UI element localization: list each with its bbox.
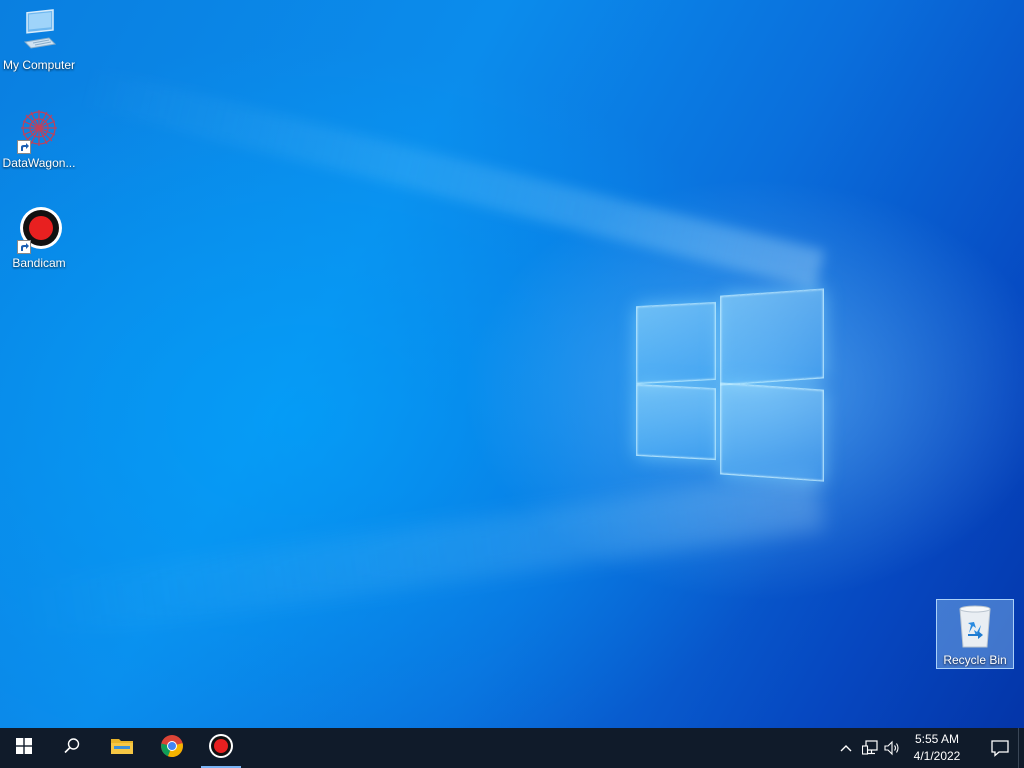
chrome-icon	[160, 734, 184, 763]
logo-pane	[636, 301, 716, 385]
network-icon[interactable]	[862, 740, 878, 756]
search-button[interactable]	[48, 728, 96, 768]
search-icon	[63, 737, 81, 760]
taskbar: 5:55 AM 4/1/2022	[0, 728, 1024, 768]
volume-icon[interactable]	[884, 740, 900, 756]
taskbar-bandicam[interactable]	[197, 728, 245, 768]
show-desktop-button[interactable]	[1018, 728, 1024, 768]
shortcut-arrow-icon	[17, 240, 31, 254]
notification-center-button[interactable]	[990, 738, 1010, 758]
logo-pane	[636, 383, 716, 461]
bandicam-record-icon	[15, 206, 63, 254]
desktop-icon-label: Recycle Bin	[943, 653, 1007, 667]
desktop-icon-recycle-bin[interactable]: Recycle Bin	[936, 599, 1014, 669]
start-button[interactable]	[0, 728, 48, 768]
windows-logo-icon	[16, 737, 32, 759]
notification-icon	[990, 740, 1010, 762]
taskbar-file-explorer[interactable]	[98, 728, 146, 768]
computer-icon	[15, 8, 63, 56]
bandicam-record-icon	[208, 733, 234, 764]
desktop-icon-label: DataWagon...	[2, 156, 76, 170]
chevron-up-icon[interactable]	[838, 740, 854, 756]
logo-pane	[720, 382, 824, 482]
windows-logo-wallpaper	[636, 288, 824, 482]
light-beam-decoration	[3, 470, 825, 644]
desktop-icon-my-computer[interactable]: My Computer	[0, 8, 78, 72]
clock-time: 5:55 AM	[914, 732, 960, 746]
datawagon-icon	[15, 106, 63, 154]
clock-date: 4/1/2022	[913, 749, 961, 763]
recycle-bin-icon	[951, 603, 999, 651]
logo-pane	[720, 288, 824, 386]
taskbar-chrome[interactable]	[148, 728, 196, 768]
light-beam-decoration	[77, 66, 825, 290]
desktop-background[interactable]: My Computer DataWagon... Bandicam Recycl…	[0, 0, 1024, 728]
desktop-icon-label: My Computer	[2, 58, 76, 72]
desktop-icon-bandicam[interactable]: Bandicam	[0, 206, 78, 270]
taskbar-clock[interactable]: 5:55 AM 4/1/2022	[902, 731, 972, 765]
system-tray: 5:55 AM 4/1/2022	[824, 728, 1024, 768]
folder-icon	[110, 736, 134, 761]
desktop-icon-datawagon[interactable]: DataWagon...	[0, 106, 78, 170]
shortcut-arrow-icon	[17, 140, 31, 154]
desktop-icon-label: Bandicam	[12, 256, 66, 270]
